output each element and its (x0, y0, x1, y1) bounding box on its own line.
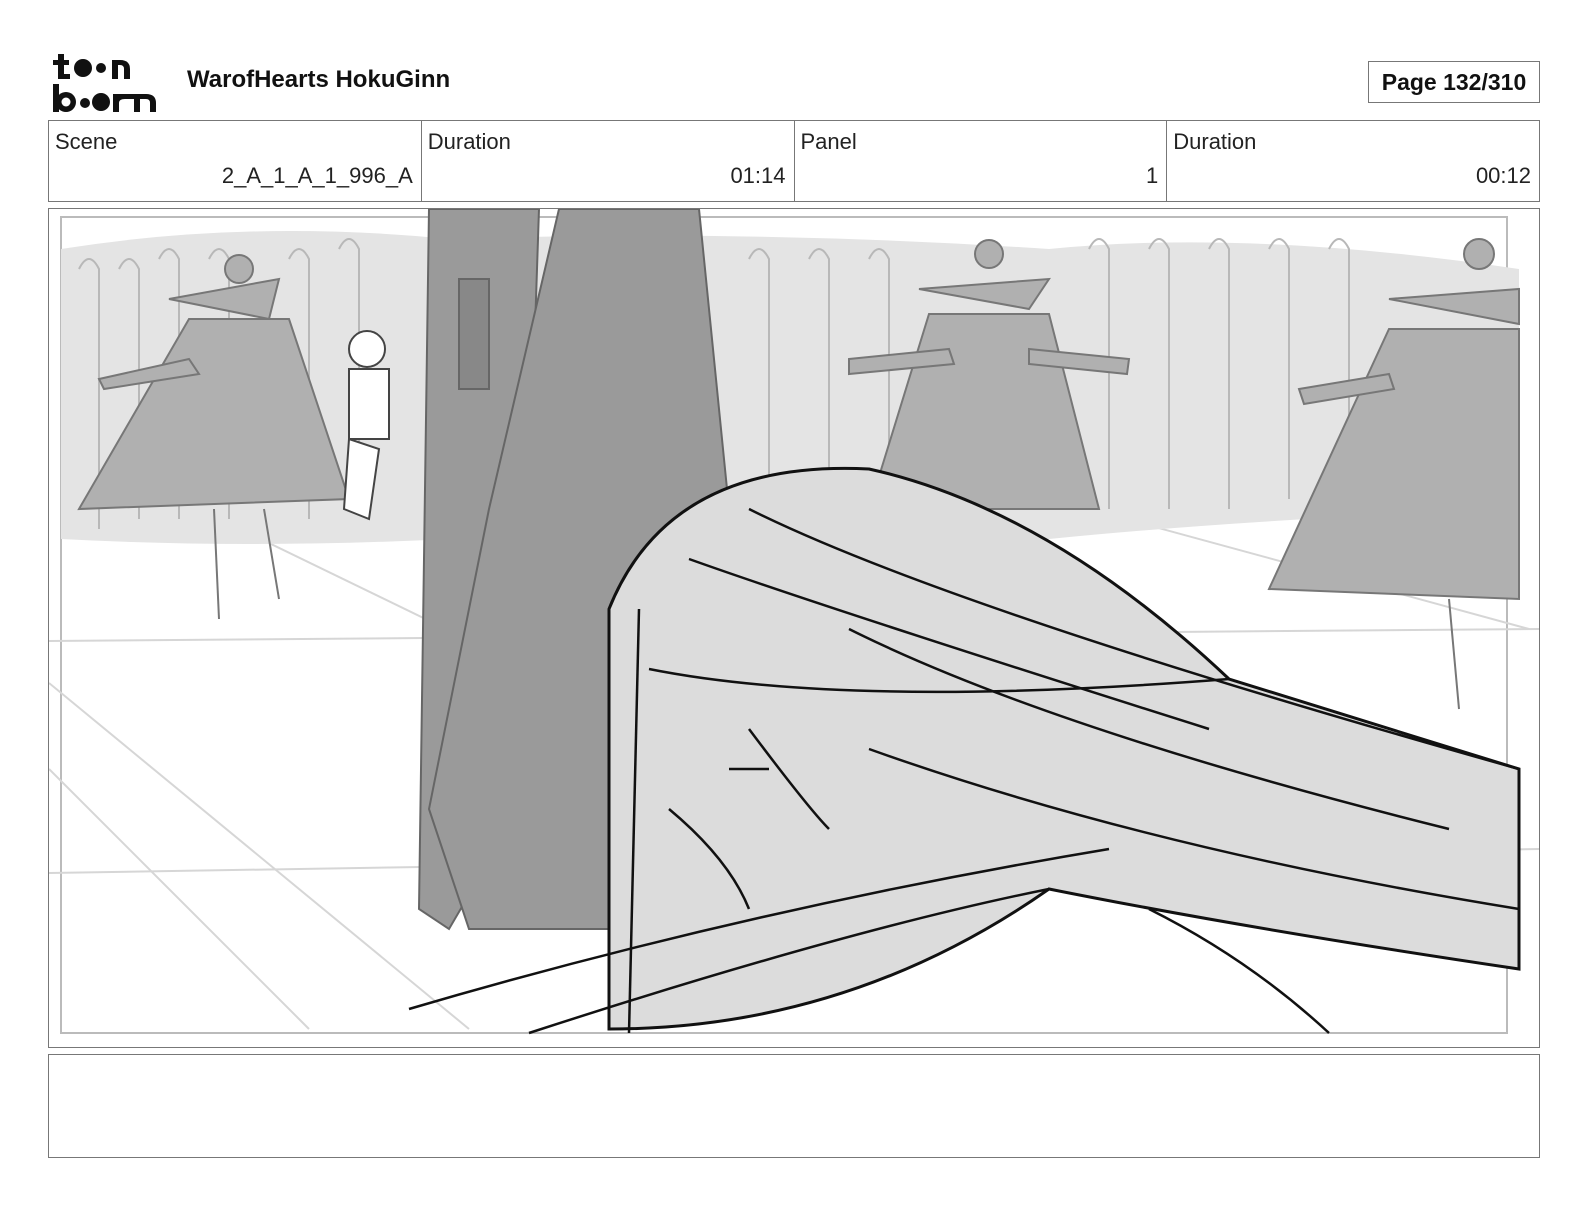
scene-info-table: Scene 2_A_1_A_1_996_A Duration 01:14 Pan… (48, 120, 1540, 202)
scene-value: 2_A_1_A_1_996_A (221, 163, 413, 188)
project-title: WarofHearts HokuGinn (187, 66, 451, 93)
storyboard-sketch-image (49, 209, 1539, 1035)
panel-cell: Panel 1 (795, 121, 1168, 201)
storyboard-panel (48, 208, 1540, 1048)
panel-duration-cell: Duration 00:12 (1167, 121, 1539, 201)
toonboom-logo (50, 50, 166, 114)
scene-label: Scene (55, 129, 118, 154)
panel-notes-box (48, 1054, 1540, 1158)
scene-duration-label: Duration (427, 129, 511, 154)
page-indicator: Page 132/310 (1368, 61, 1540, 103)
scene-cell: Scene 2_A_1_A_1_996_A (49, 121, 422, 201)
panel-duration-label: Duration (1173, 129, 1257, 154)
scene-duration-cell: Duration 01:14 (422, 121, 795, 201)
scene-duration-value: 01:14 (730, 163, 786, 188)
panel-value: 1 (1146, 163, 1159, 188)
panel-label: Panel (800, 129, 857, 154)
panel-duration-value: 00:12 (1475, 163, 1531, 188)
